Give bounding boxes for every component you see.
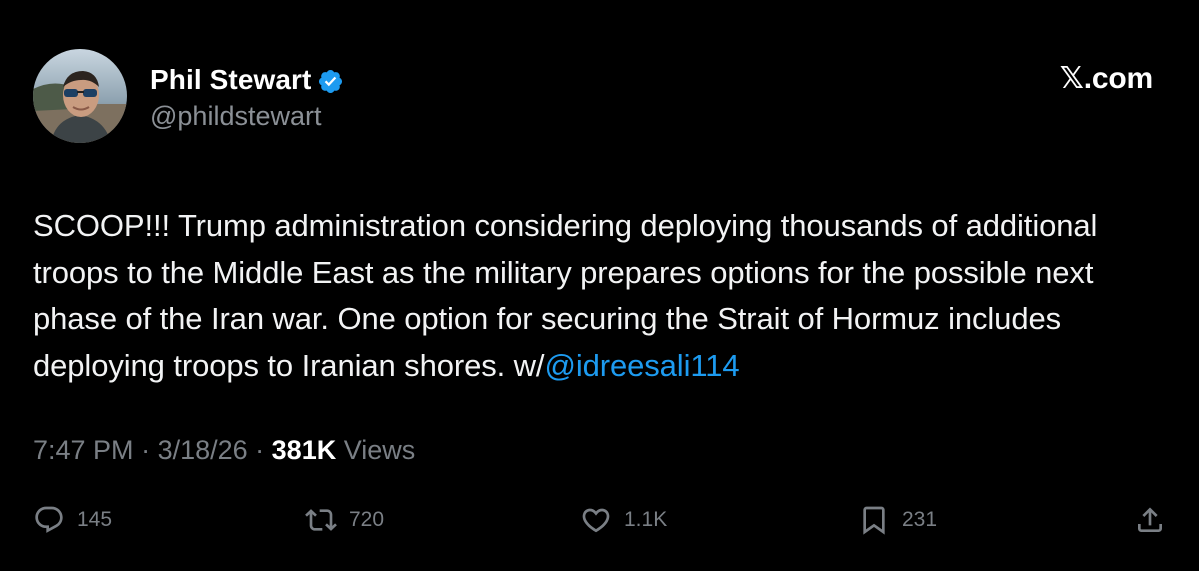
like-count: 1.1K: [624, 508, 668, 531]
tweet-date[interactable]: 3/18/26: [158, 435, 248, 465]
mention-link[interactable]: @idreesali114: [544, 348, 739, 383]
author-display-name[interactable]: Phil Stewart: [150, 64, 311, 96]
reply-icon: [35, 506, 63, 533]
author-handle[interactable]: @phildstewart: [150, 101, 321, 132]
repost-button[interactable]: 720: [305, 500, 384, 540]
author-name-row: Phil Stewart: [150, 62, 344, 98]
tweet-time[interactable]: 7:47 PM: [33, 435, 134, 465]
views-count[interactable]: 381K: [272, 435, 337, 465]
tweet-card: Phil Stewart @phildstewart 𝕏.com SCOOP!!…: [0, 0, 1199, 571]
verified-badge-icon: [319, 69, 343, 93]
reply-button[interactable]: 145: [33, 500, 112, 540]
bookmark-button[interactable]: 231: [858, 500, 937, 540]
author-avatar[interactable]: [33, 49, 127, 143]
repost-icon: [305, 509, 337, 531]
share-icon: [1138, 507, 1162, 532]
share-button[interactable]: [1134, 500, 1166, 540]
meta-separator: ·: [133, 435, 158, 465]
like-button[interactable]: 1.1K: [580, 500, 667, 540]
avatar-photo-image: [33, 49, 127, 143]
heart-icon: [582, 508, 610, 533]
tweet-meta: 7:47 PM · 3/18/26 · 381K Views: [33, 435, 415, 466]
source-label: 𝕏.com: [1059, 62, 1153, 95]
repost-count: 720: [349, 508, 385, 531]
tweet-body: SCOOP!!! Trump administration considerin…: [33, 203, 1173, 389]
bookmark-count: 231: [902, 508, 938, 531]
meta-separator-2: ·: [247, 435, 272, 465]
action-bar: 145 720 1.1K 231: [0, 500, 1199, 540]
bookmark-icon: [863, 506, 885, 535]
views-label: Views: [336, 435, 416, 465]
reply-count: 145: [77, 508, 113, 531]
